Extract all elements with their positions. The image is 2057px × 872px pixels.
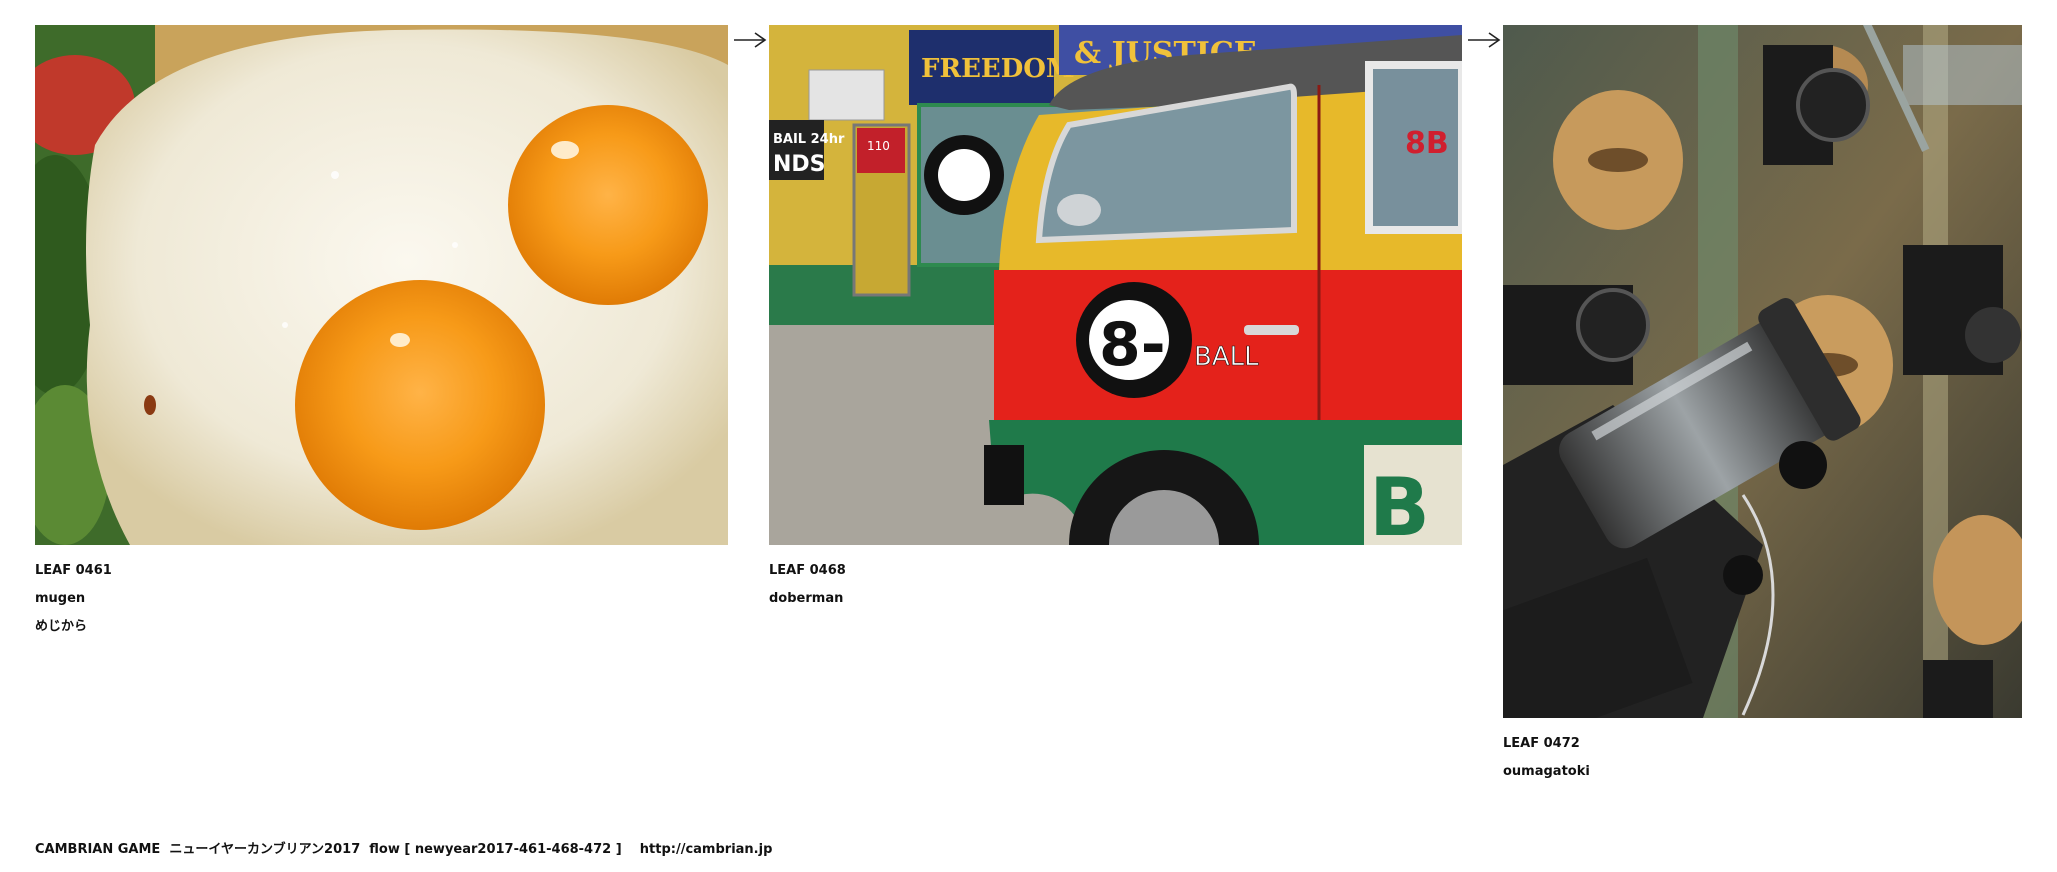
leaf-photo-0472[interactable]: [1503, 25, 2022, 718]
leaf-title: めじから: [35, 619, 88, 634]
window-sign-8b: 8B: [1405, 126, 1449, 161]
leaf-card-0461: LEAF 0461 mugen めじから: [35, 25, 728, 641]
leaf-author[interactable]: doberman: [769, 585, 1462, 613]
flow-footer[interactable]: CAMBRIAN GAME ニューイヤーカンブリアン2017 flow [ ne…: [35, 838, 772, 857]
sign-freedom: FREEDOM: [921, 54, 1075, 84]
leaf-author[interactable]: mugen: [35, 585, 728, 613]
volkswagen-bus-photo: FREEDOM & JUSTICE BAIL 24hr NDS 110 8B 8…: [769, 25, 1462, 545]
bus-logo-ball: BALL: [1194, 342, 1259, 372]
fried-eggs-photo: [35, 25, 728, 545]
leaf-code: LEAF 0468: [769, 563, 846, 578]
leaf-card-0468: FREEDOM & JUSTICE BAIL 24hr NDS 110 8B 8…: [769, 25, 1462, 613]
bus-logo-eight: 8-: [1099, 310, 1166, 380]
leaf-photo-0468[interactable]: FREEDOM & JUSTICE BAIL 24hr NDS 110 8B 8…: [769, 25, 1462, 545]
leaf-photo-0461[interactable]: [35, 25, 728, 545]
camera-display-photo: [1503, 25, 2022, 718]
sign-bail: BAIL 24hr: [773, 132, 845, 147]
leaf-code: LEAF 0461: [35, 563, 112, 578]
leaf-author[interactable]: oumagatoki: [1503, 758, 2022, 786]
leaf-card-0472: LEAF 0472 oumagatoki: [1503, 25, 2022, 786]
bus-letter-b: B: [1369, 461, 1430, 545]
leaf-code: LEAF 0472: [1503, 736, 1580, 751]
right-arrow-icon: [734, 32, 767, 48]
right-arrow-icon: [1468, 32, 1501, 48]
sign-bail-bonds: NDS: [773, 152, 826, 177]
door-number: 110: [867, 139, 890, 153]
